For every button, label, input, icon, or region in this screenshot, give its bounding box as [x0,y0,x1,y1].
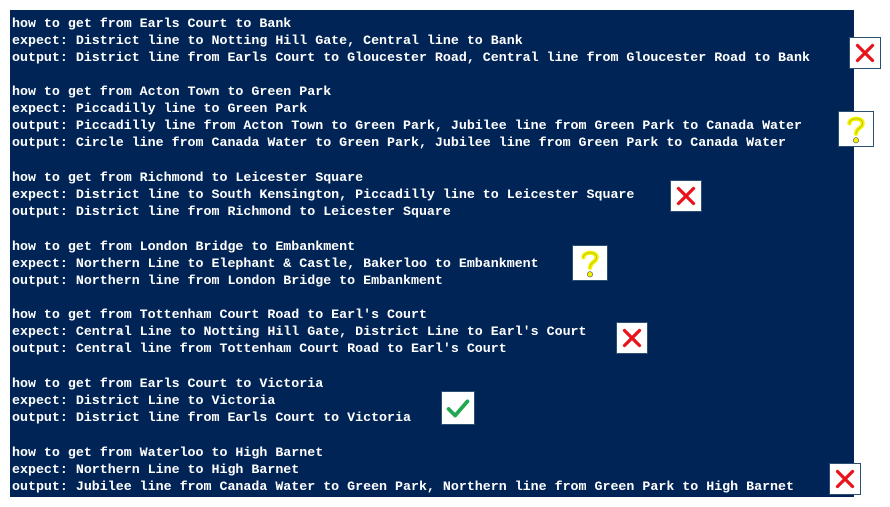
query-line: how to get from London Bridge to Embankm… [12,239,356,254]
query-line: how to get from Tottenham Court Road to … [12,307,427,322]
question-icon [572,245,608,281]
expect-line: expect: District line to South Kensingto… [12,187,635,202]
expect-line: expect: District Line to Victoria [12,393,276,408]
expect-line: expect: Piccadilly line to Green Park [12,101,308,116]
expect-line: expect: Central Line to Notting Hill Gat… [12,324,587,339]
query-line: how to get from Richmond to Leicester Sq… [12,170,364,185]
expect-line: expect: Northern Line to High Barnet [12,462,300,477]
query-line: how to get from Earls Court to Bank [12,16,292,31]
question-icon [838,111,874,147]
output-line: output: Central line from Tottenham Cour… [12,341,507,356]
query-line: how to get from Waterloo to High Barnet [12,445,324,460]
check-icon [441,391,475,425]
output-line: output: District line from Earls Court t… [12,50,810,65]
cross-icon [670,180,702,212]
cross-icon [829,463,861,495]
terminal-window: how to get from Earls Court to Bank expe… [10,10,854,497]
output-line: output: Piccadilly line from Acton Town … [12,118,802,133]
cross-icon [616,322,648,354]
cross-icon [849,37,881,69]
query-line: how to get from Earls Court to Victoria [12,376,324,391]
output-line: output: Northern line from London Bridge… [12,273,443,288]
output-line: output: Jubilee line from Canada Water t… [12,479,794,494]
expect-line: expect: Northern Line to Elephant & Cast… [12,256,539,271]
expect-line: expect: District line to Notting Hill Ga… [12,33,523,48]
output-line: output: Circle line from Canada Water to… [12,135,787,150]
output-line: output: District line from Richmond to L… [12,204,451,219]
query-line: how to get from Acton Town to Green Park [12,84,332,99]
output-line: output: District line from Earls Court t… [12,410,411,425]
